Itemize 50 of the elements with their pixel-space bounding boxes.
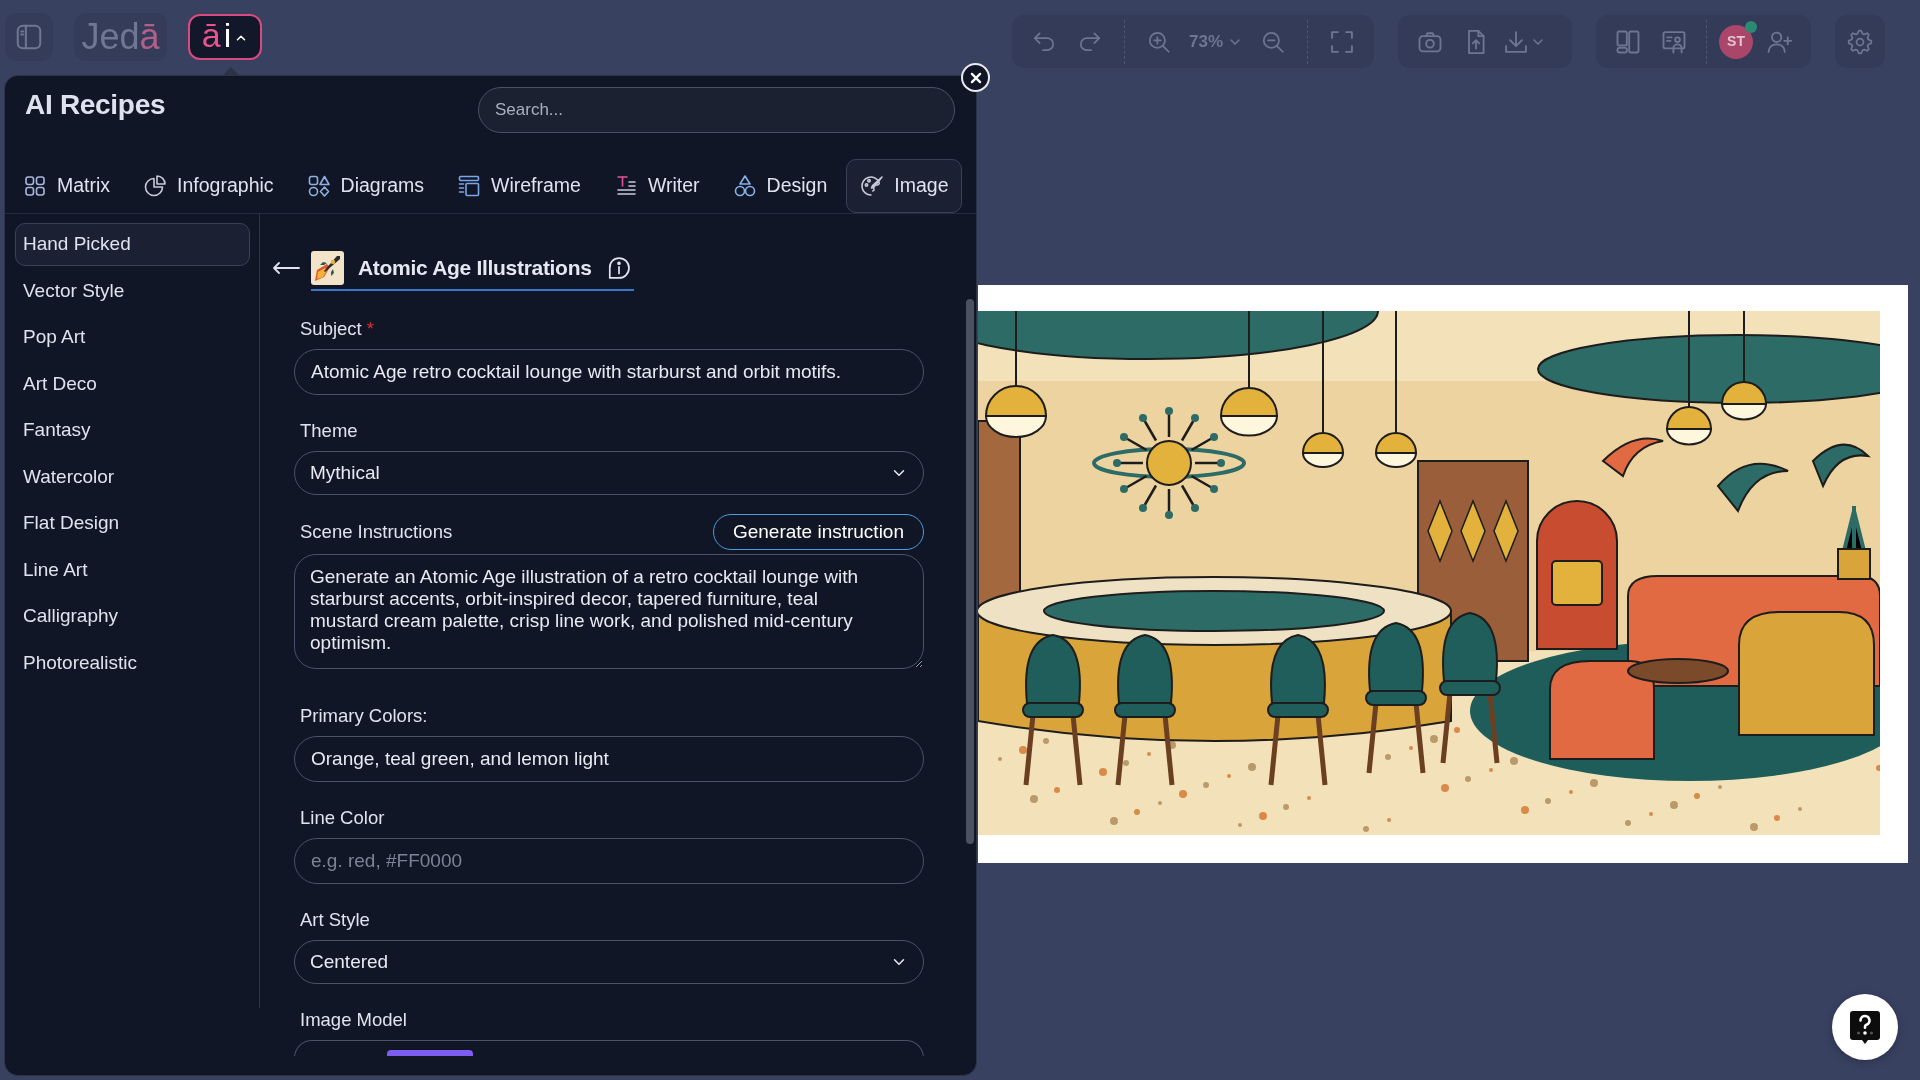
wireframe-icon xyxy=(457,174,481,198)
search-field[interactable]: Search... xyxy=(478,87,955,133)
palette-brush-icon xyxy=(860,174,885,198)
sidebar-item[interactable]: Art Deco xyxy=(15,362,250,406)
category-tab[interactable]: Image xyxy=(846,159,963,213)
category-tab[interactable]: Diagrams xyxy=(292,159,438,213)
scrollbar-thumb[interactable] xyxy=(966,299,974,844)
panel-title: AI Recipes xyxy=(25,88,166,122)
pie-chart-icon xyxy=(143,174,168,198)
category-tab[interactable]: Writer xyxy=(599,159,714,213)
sidebar-item[interactable]: Calligraphy xyxy=(15,595,250,638)
sidebar-item[interactable]: Vector Style xyxy=(15,269,250,313)
close-icon xyxy=(968,70,983,85)
field-label: Scene Instructions xyxy=(299,520,453,544)
sidebar-toggle-button[interactable] xyxy=(5,13,53,61)
category-tab[interactable]: Wireframe xyxy=(443,159,595,213)
rocket-icon xyxy=(311,251,344,285)
sidebar-item[interactable]: Pop Art xyxy=(15,316,250,359)
category-tab[interactable]: Matrix xyxy=(9,159,125,213)
sidebar-item[interactable]: Hand Picked xyxy=(15,223,250,266)
ai-menu-button[interactable]: āi xyxy=(188,14,262,60)
category-tab[interactable]: Design xyxy=(718,159,842,213)
text-field[interactable]: Orange, teal green, and lemon light xyxy=(294,736,924,782)
sidebar-item[interactable]: Photorealistic xyxy=(15,641,250,685)
sidebar-item[interactable]: Fantasy xyxy=(15,409,250,452)
instructions-text-area[interactable]: Generate an Atomic Age illustration of a retro cocktail lounge with starburst accents, orbit-inspired decor, tapered furniture, teal mustard cream palette, crisp line work, and polished mid-century optimism. xyxy=(294,554,924,669)
grid-icon xyxy=(23,174,47,198)
settings-icon xyxy=(1847,28,1873,55)
sidebar-icon xyxy=(14,22,44,52)
help-button[interactable] xyxy=(1832,994,1898,1060)
triangle-circles-icon xyxy=(732,174,757,198)
category-tab[interactable]: Infographic xyxy=(129,159,288,213)
close-button[interactable] xyxy=(961,63,990,92)
sidebar-item[interactable]: Watercolor xyxy=(15,455,250,499)
recipe-title: Atomic Age Illustrations xyxy=(358,255,592,281)
generate-instruction-button[interactable]: Generate instruction xyxy=(712,514,924,550)
sidebar-item[interactable]: Flat Design xyxy=(15,502,250,545)
field-label: Primary Colors: xyxy=(299,704,429,728)
text-field[interactable]: Atomic Age retro cocktail lounge with starburst and orbit motifs. xyxy=(294,349,924,395)
field-label: Image Model xyxy=(299,1008,408,1032)
text-field[interactable]: e.g. red, #FF0000 xyxy=(294,838,924,884)
field-label: Theme xyxy=(299,419,359,443)
field-label: Art Style xyxy=(299,908,371,932)
shapes-icon xyxy=(306,174,331,198)
back-arrow-icon xyxy=(272,261,300,275)
back-button[interactable] xyxy=(272,261,300,277)
field-label: Subject * xyxy=(299,317,376,341)
help-icon xyxy=(1850,1010,1880,1044)
field-label: Line Color xyxy=(299,806,386,830)
sidebar-item[interactable]: Line Art xyxy=(15,548,250,592)
